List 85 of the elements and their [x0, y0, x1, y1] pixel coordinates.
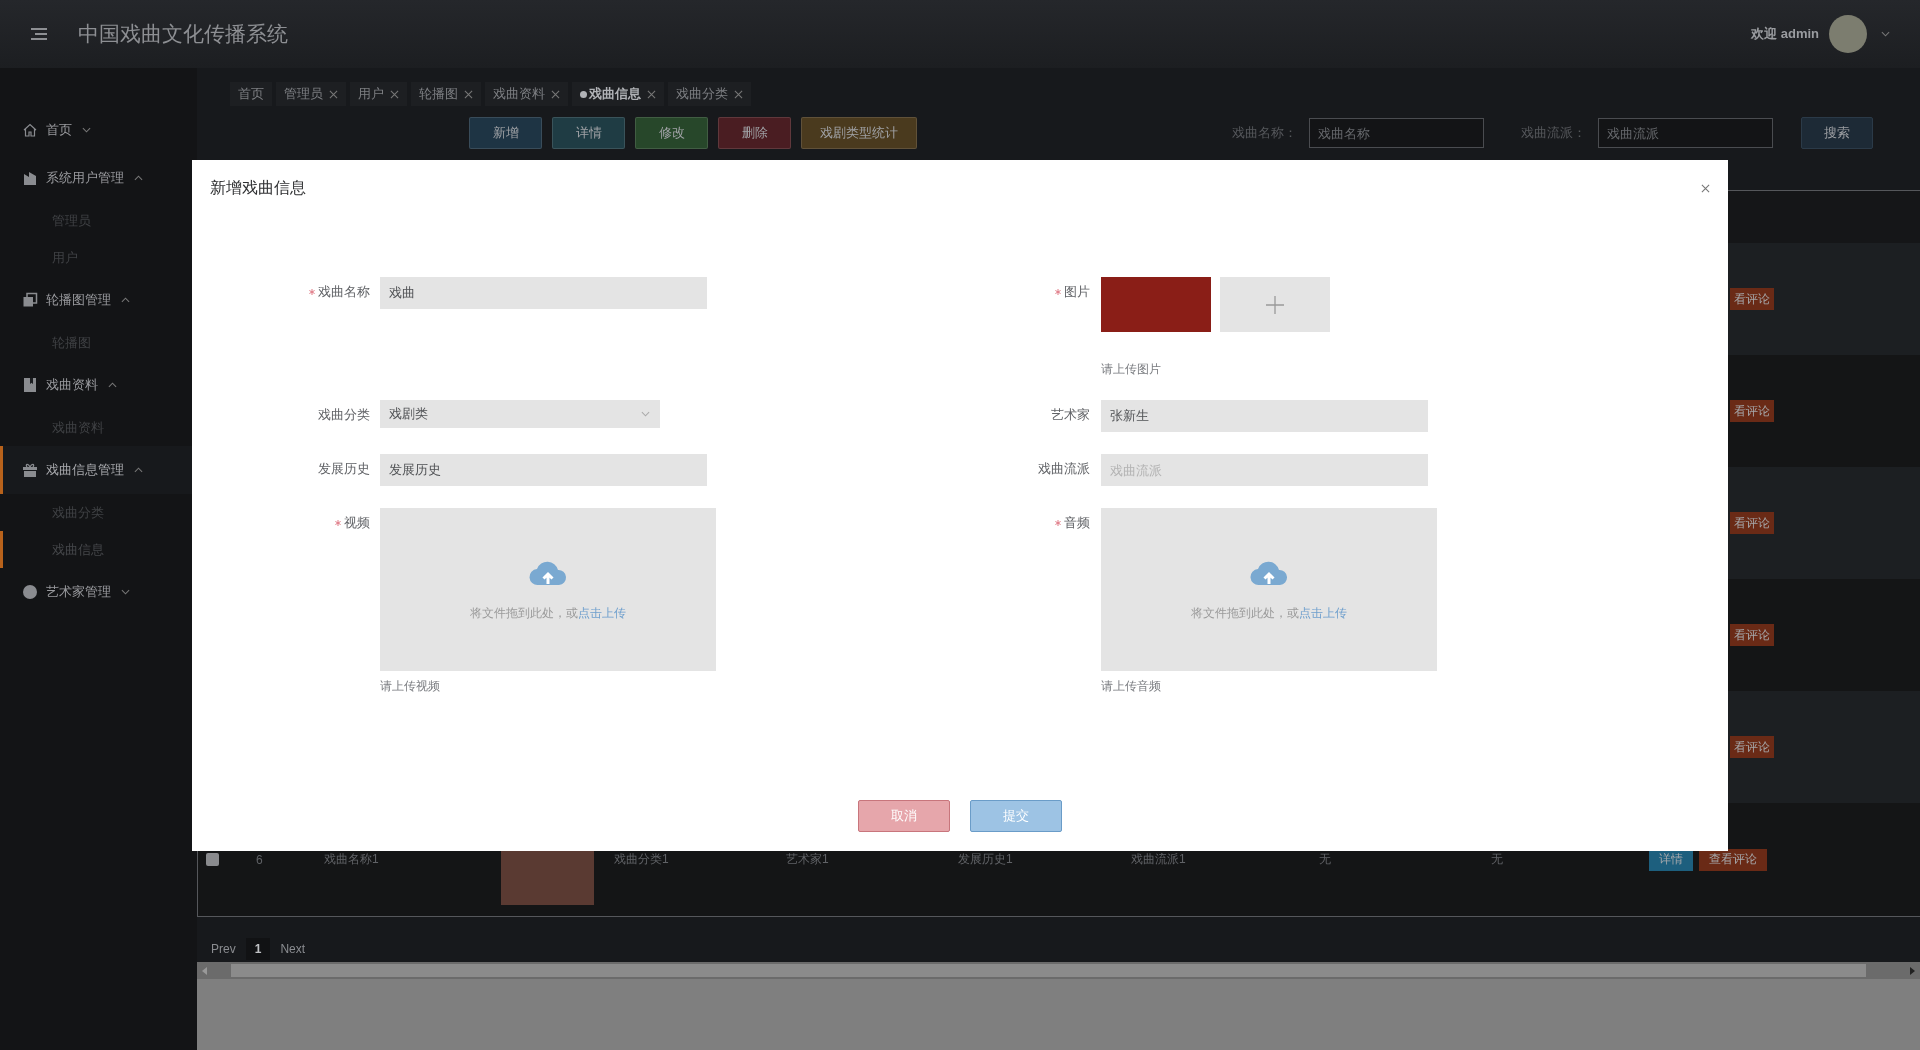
chevron-down-icon: [641, 411, 650, 417]
select-field[interactable]: 戏剧类: [380, 400, 660, 428]
tab[interactable]: 用户: [350, 82, 407, 106]
tab[interactable]: 戏曲分类: [668, 82, 751, 106]
avatar[interactable]: [1829, 15, 1867, 53]
table-cell-text: 发展历史1: [958, 851, 1014, 868]
view-comments-button[interactable]: 看评论: [1730, 512, 1774, 534]
chevron-down-icon: [121, 589, 130, 595]
search-field[interactable]: 戏曲流派: [1598, 118, 1773, 148]
toolbar-button[interactable]: 戏剧类型统计: [801, 117, 917, 149]
search-field[interactable]: 戏曲名称: [1309, 118, 1484, 148]
plus-icon: [1265, 294, 1285, 315]
toolbar-button[interactable]: 删除: [718, 117, 791, 149]
chevron-up-icon: [134, 467, 143, 473]
building-icon: [22, 170, 38, 186]
tab-close-icon[interactable]: [734, 89, 743, 99]
squares-icon: [22, 292, 38, 308]
gift-icon: [22, 462, 38, 478]
field-label: 戏曲分类: [317, 406, 371, 424]
view-comments-button[interactable]: 看评论: [1730, 288, 1774, 310]
close-icon[interactable]: [1701, 184, 1710, 193]
next-link[interactable]: Next: [270, 941, 316, 956]
hint-text: 请上传视频: [380, 678, 441, 695]
tab-close-icon[interactable]: [647, 89, 656, 99]
tab[interactable]: 戏曲资料: [485, 82, 568, 106]
tab-close-icon[interactable]: [464, 89, 473, 99]
horizontal-scrollbar[interactable]: [197, 962, 1920, 979]
sidebar-group[interactable]: 首页: [0, 106, 197, 154]
tab-close-icon[interactable]: [551, 89, 560, 99]
sidebar-group[interactable]: 系统用户管理: [0, 154, 197, 202]
user-menu-chevron-icon: [1881, 31, 1890, 37]
field-label: 发展历史: [317, 460, 371, 478]
tab-close-icon[interactable]: [329, 89, 338, 99]
compass-icon: [22, 584, 38, 600]
input-field[interactable]: 戏曲: [380, 277, 707, 309]
hint-text: 请上传音频: [1101, 678, 1162, 695]
table-cell-text: 戏曲分类1: [614, 851, 670, 868]
table-cell-text: 6: [256, 852, 264, 867]
field-label: 戏曲流派: [1037, 460, 1091, 478]
input-field[interactable]: 张新生: [1101, 400, 1428, 432]
hint-text: 请上传图片: [1101, 361, 1162, 378]
chevron-up-icon: [108, 382, 117, 388]
chevron-down-icon: [82, 127, 91, 133]
tab-close-icon[interactable]: [390, 89, 399, 99]
dialog-title: 新增戏曲信息: [210, 178, 306, 198]
book-icon: [22, 377, 38, 393]
table-cell-text: 戏曲流派1: [1131, 851, 1187, 868]
tab[interactable]: 戏曲信息: [572, 82, 664, 106]
row-checkbox[interactable]: [206, 853, 219, 866]
search-label: 戏曲名称：: [1232, 124, 1297, 142]
toolbar-button[interactable]: 新增: [469, 117, 542, 149]
scroll-right-arrow-icon[interactable]: [1908, 966, 1916, 975]
tab[interactable]: 管理员: [276, 82, 346, 106]
input-field[interactable]: 发展历史: [380, 454, 707, 486]
home-icon: [22, 122, 38, 138]
table-cell-text: 无: [1491, 851, 1504, 868]
field-label: 音频: [960, 508, 1101, 538]
view-comments-button[interactable]: 看评论: [1730, 736, 1774, 758]
tab[interactable]: 轮播图: [411, 82, 481, 106]
app-title: 中国戏曲文化传播系统: [78, 21, 288, 47]
sidebar-group[interactable]: 戏曲资料: [0, 361, 197, 409]
scroll-left-arrow-icon[interactable]: [201, 966, 209, 975]
toolbar-button[interactable]: 详情: [552, 117, 625, 149]
toolbar-button[interactable]: 修改: [635, 117, 708, 149]
view-comments-button[interactable]: 看评论: [1730, 624, 1774, 646]
chevron-up-icon: [121, 297, 130, 303]
view-comments-button[interactable]: 查看评论: [1699, 848, 1767, 871]
table-cell-text: 戏曲名称1: [324, 851, 380, 868]
chevron-up-icon: [134, 175, 143, 181]
drop-text: 将文件拖到此处，或点击上传: [1191, 605, 1347, 622]
greeting-text: 欢迎 admin: [1751, 25, 1819, 43]
page-button[interactable]: 1: [245, 937, 271, 960]
table-cell-text: 无: [1319, 851, 1332, 868]
drop-text: 将文件拖到此处，或点击上传: [470, 605, 626, 622]
view-comments-button[interactable]: 看评论: [1730, 400, 1774, 422]
search-label: 戏曲流派：: [1521, 124, 1586, 142]
prev-link[interactable]: Prev: [201, 941, 246, 956]
search-button[interactable]: 搜索: [1801, 117, 1873, 149]
tab[interactable]: 首页: [230, 82, 272, 106]
selected-dot-icon: [580, 90, 587, 98]
field-label: 图片: [960, 277, 1101, 307]
table-cell-text: 艺术家1: [786, 851, 830, 868]
menu-icon[interactable]: [30, 27, 48, 41]
field-label: 艺术家: [1050, 406, 1091, 424]
sidebar-group[interactable]: 艺术家管理: [0, 568, 197, 616]
